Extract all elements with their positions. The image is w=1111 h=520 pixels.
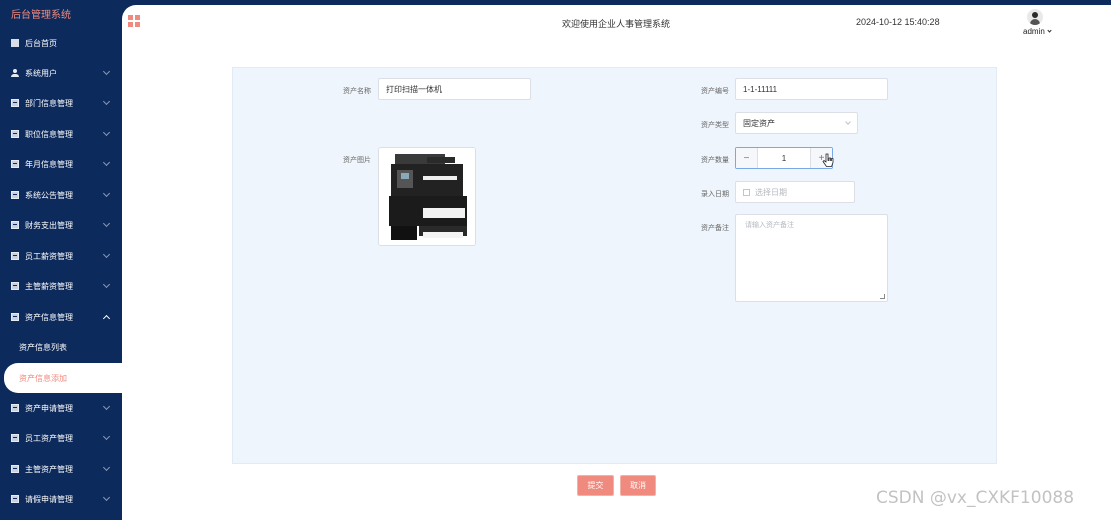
asset-form: 资产名称 打印扫描一体机 资产图片 资产编号 1-1-11111 资产类型 固定… — [232, 67, 997, 464]
sidebar-item-label: 财务支出管理 — [25, 220, 73, 230]
remark-label: 资产备注 — [701, 225, 729, 232]
sidebar-item-asset-requests[interactable]: 资产申请管理 — [0, 393, 122, 423]
resize-handle-icon[interactable] — [880, 294, 885, 299]
asset-type-label: 资产类型 — [701, 122, 729, 129]
submit-button[interactable]: 提交 — [577, 475, 614, 496]
remark-placeholder: 请输入资产备注 — [745, 222, 794, 229]
list-icon — [11, 160, 19, 168]
entry-date-picker[interactable]: 选择日期 — [735, 181, 855, 203]
sidebar-item-employee-assets[interactable]: 员工资产管理 — [0, 423, 122, 453]
asset-type-select[interactable]: 固定资产 — [735, 112, 858, 134]
main-content: 欢迎使用企业人事管理系统 2024-10-12 15:40:28 admin 资… — [122, 5, 1111, 520]
asset-qty-stepper[interactable]: − 1 + — [735, 147, 833, 169]
home-icon — [11, 39, 19, 47]
decrease-button[interactable]: − — [736, 148, 758, 168]
asset-name-label: 资产名称 — [343, 88, 371, 95]
cancel-button[interactable]: 取消 — [620, 475, 656, 496]
sidebar-item-dashboard[interactable]: 后台首页 — [0, 28, 122, 58]
user-menu[interactable]: admin — [1023, 27, 1052, 36]
list-icon — [11, 221, 19, 229]
asset-no-label: 资产编号 — [701, 88, 729, 95]
sidebar-item-label: 主管资产管理 — [25, 464, 73, 474]
sidebar-item-label: 后台首页 — [25, 38, 57, 48]
sidebar-item-label: 部门信息管理 — [25, 98, 73, 108]
asset-image-upload[interactable] — [378, 147, 476, 246]
username: admin — [1023, 27, 1045, 36]
sidebar-item-expenses[interactable]: 财务支出管理 — [0, 210, 122, 240]
sidebar-item-system-users[interactable]: 系统用户 — [0, 58, 122, 88]
sidebar-item-label: 员工薪资管理 — [25, 251, 73, 261]
list-icon — [11, 99, 19, 107]
asset-qty-label: 资产数量 — [701, 157, 729, 164]
calendar-icon — [743, 188, 750, 196]
chevron-down-icon — [102, 463, 111, 472]
asset-name-input[interactable]: 打印扫描一体机 — [378, 78, 531, 100]
sidebar-item-manager-salary[interactable]: 主管薪资管理 — [0, 271, 122, 301]
chevron-down-icon — [102, 189, 111, 198]
list-icon — [11, 252, 19, 260]
sidebar-item-departments[interactable]: 部门信息管理 — [0, 88, 122, 118]
sidebar-item-label: 职位信息管理 — [25, 129, 73, 139]
list-icon — [11, 495, 19, 503]
chevron-down-icon — [102, 493, 111, 502]
sidebar-item-employee-salary[interactable]: 员工薪资管理 — [0, 241, 122, 271]
remark-textarea[interactable]: 请输入资产备注 — [735, 214, 888, 302]
watermark: CSDN @vx_CXKF10088 — [876, 488, 1075, 508]
welcome-text: 欢迎使用企业人事管理系统 — [562, 19, 671, 29]
sidebar-item-assets[interactable]: 资产信息管理 — [0, 302, 122, 332]
chevron-down-icon — [102, 432, 111, 441]
sidebar-item-label: 资产申请管理 — [25, 403, 73, 413]
sidebar-item-positions[interactable]: 职位信息管理 — [0, 119, 122, 149]
current-datetime: 2024-10-12 15:40:28 — [856, 17, 940, 27]
sidebar-item-label: 系统用户 — [25, 68, 57, 78]
hand-cursor-icon — [822, 153, 834, 167]
entry-date-placeholder: 选择日期 — [755, 187, 787, 197]
sidebar-subitem-asset-add[interactable]: 资产信息添加 — [4, 363, 122, 393]
sidebar: 后台管理系统 后台首页 系统用户 部门信息管理 职位信息管理 年月信息管理 系统… — [0, 0, 122, 520]
sidebar-item-label: 主管薪资管理 — [25, 281, 73, 291]
avatar[interactable] — [1027, 9, 1043, 25]
sidebar-item-leave-requests[interactable]: 请假申请管理 — [0, 484, 122, 514]
sidebar-item-announcements[interactable]: 系统公告管理 — [0, 180, 122, 210]
chevron-up-icon — [102, 314, 111, 323]
asset-no-input[interactable]: 1-1-11111 — [735, 78, 888, 100]
chevron-down-icon — [102, 219, 111, 228]
sidebar-item-label: 系统公告管理 — [25, 190, 73, 200]
chevron-down-icon — [102, 67, 111, 76]
chevron-down-icon — [102, 280, 111, 289]
asset-qty-value[interactable]: 1 — [758, 148, 810, 168]
entry-date-label: 录入日期 — [701, 191, 729, 198]
list-icon — [11, 191, 19, 199]
asset-image-label: 资产图片 — [343, 157, 371, 164]
chevron-down-icon — [102, 158, 111, 167]
sidebar-item-year-month[interactable]: 年月信息管理 — [0, 149, 122, 179]
sidebar-item-label: 资产信息管理 — [25, 312, 73, 322]
list-icon — [11, 313, 19, 321]
chevron-down-icon — [1047, 28, 1052, 33]
list-icon — [11, 465, 19, 473]
chevron-down-icon — [102, 97, 111, 106]
sidebar-subitem-asset-list[interactable]: 资产信息列表 — [0, 332, 122, 362]
list-icon — [11, 434, 19, 442]
chevron-down-icon — [102, 402, 111, 411]
chevron-down-icon — [102, 128, 111, 137]
list-icon — [11, 404, 19, 412]
chevron-down-icon — [102, 250, 111, 259]
asset-type-value: 固定资产 — [743, 118, 775, 128]
sidebar-item-label: 年月信息管理 — [25, 159, 73, 169]
sidebar-item-label: 员工资产管理 — [25, 433, 73, 443]
user-icon — [11, 69, 19, 77]
list-icon — [11, 130, 19, 138]
printer-image — [379, 148, 475, 245]
sidebar-item-label: 请假申请管理 — [25, 494, 73, 504]
menu-toggle-icon[interactable] — [128, 15, 140, 27]
list-icon — [11, 282, 19, 290]
sidebar-item-manager-assets[interactable]: 主管资产管理 — [0, 454, 122, 484]
chevron-down-icon — [845, 119, 851, 125]
